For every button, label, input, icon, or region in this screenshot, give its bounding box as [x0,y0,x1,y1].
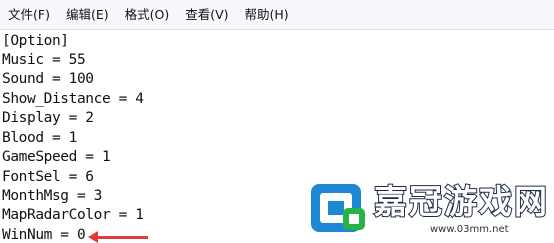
text-line: MapRadarColor = 1 [2,207,144,223]
menu-help[interactable]: 帮助(H) [239,4,295,26]
text-line: Display = 2 [2,110,94,126]
menu-view[interactable]: 查看(V) [179,4,234,26]
text-line: FontSel = 6 [2,169,94,185]
watermark-url: www.03mm.net [430,224,509,235]
text-line: [Option] [2,33,69,49]
menu-format[interactable]: 格式(O) [119,4,176,26]
text-line: Show_Distance = 4 [2,91,144,107]
menu-bar: 文件(F) 编辑(E) 格式(O) 查看(V) 帮助(H) [0,0,554,30]
text-line: Sound = 100 [2,71,94,87]
site-watermark: 嘉冠游戏网 www.03mm.net [301,170,554,241]
watermark-brand: 嘉冠游戏网 [373,181,549,222]
text-line: MonthMsg = 3 [2,188,102,204]
menu-file[interactable]: 文件(F) [2,4,56,26]
brand-logo-icon [311,184,365,232]
text-line: Music = 55 [2,52,86,68]
text-line: WinNum = 0 [2,227,86,241]
menu-edit[interactable]: 编辑(E) [60,4,115,26]
text-line: GameSpeed = 1 [2,149,111,165]
red-arrow-annotation [88,231,148,243]
text-line: Blood = 1 [2,130,77,146]
